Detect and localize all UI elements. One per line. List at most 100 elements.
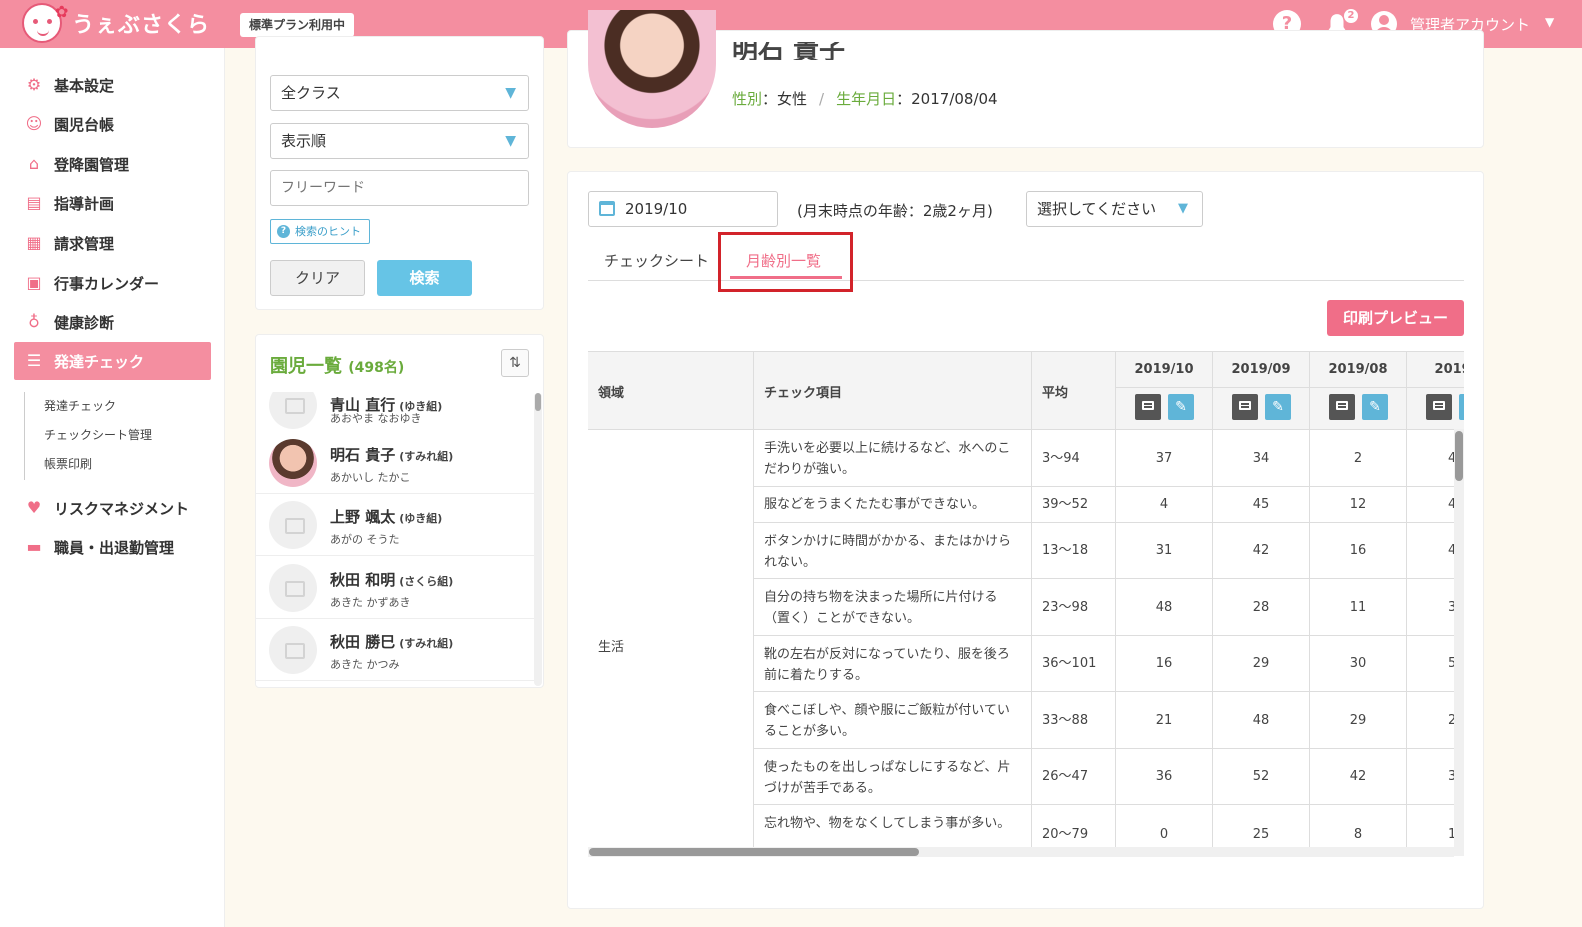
subnav-item-checksheet[interactable]: チェックシート管理 <box>44 426 152 443</box>
header-label: 領域 <box>598 386 625 401</box>
comment-icon[interactable] <box>1135 394 1161 420</box>
value-text: 16 <box>1349 543 1367 558</box>
header-month-label: 2019/09 <box>1231 362 1291 377</box>
sort-toggle-button[interactable]: ⇅ <box>501 349 529 377</box>
check-item-text: ボタンかけに時間がかかる、またはかけられない。 <box>764 534 1012 570</box>
child-name-text: 上野 颯太 <box>330 508 396 526</box>
value-cell: 48 <box>1116 579 1213 636</box>
class-select-value: 全クラス <box>281 84 341 102</box>
order-select-value: 表示順 <box>281 132 327 150</box>
subnav-item-print[interactable]: 帳票印刷 <box>44 455 92 472</box>
child-list-item[interactable]: 明石 貴子 (すみれ組) あかいし たかこ <box>256 432 534 494</box>
search-button[interactable]: 検索 <box>377 260 472 296</box>
child-class: (さくら組) <box>399 575 454 588</box>
sidebar-item-0[interactable]: ⚙ 基本設定 <box>14 66 211 104</box>
question-icon: ? <box>277 225 290 238</box>
sidebar-item-4[interactable]: ▦ 請求管理 <box>14 224 211 262</box>
value-cell: 42 <box>1213 523 1310 579</box>
child-list-scroll-thumb[interactable] <box>535 393 541 411</box>
notification-badge: 2 <box>1344 9 1358 23</box>
value-text: 29 <box>1252 656 1270 671</box>
pencil-icon[interactable]: ✎ <box>1168 394 1194 420</box>
tab-checksheet[interactable]: チェックシート <box>604 250 709 271</box>
comment-icon[interactable] <box>1232 394 1258 420</box>
month-date-picker[interactable]: 2019/10 <box>588 191 778 227</box>
check-item-cell: 使ったものを出しっぱなしにするなど、片づけが苦手である。 <box>754 749 1032 805</box>
value-cell: 45 <box>1213 487 1310 523</box>
header-month: 2019/08 ✎ <box>1310 352 1407 430</box>
search-hint-link[interactable]: ? 検索のヒント <box>270 219 370 244</box>
order-select[interactable]: 表示順 ▼ <box>270 123 529 159</box>
value-text: 28 <box>1252 600 1270 615</box>
search-hint-label: 検索のヒント <box>295 225 361 238</box>
sidebar-item-8[interactable]: ♥ リスクマネジメント <box>14 489 211 527</box>
sidebar-item-9[interactable]: ▬ 職員・出退勤管理 <box>14 528 211 566</box>
subnav-item-check[interactable]: 発達チェック <box>44 397 116 414</box>
value-cell: 29 <box>1213 636 1310 692</box>
meta-separator: / <box>819 90 825 108</box>
header-month: 2019/ ✎ <box>1407 352 1464 430</box>
table-horizontal-scroll-thumb[interactable] <box>589 848 919 856</box>
pencil-icon[interactable]: ✎ <box>1265 394 1291 420</box>
sidebar-item-6[interactable]: ♁ 健康診断 <box>14 303 211 341</box>
child-list-item[interactable]: 秋田 勝巳 (すみれ組) あきた かつみ <box>256 619 534 681</box>
sidebar-item-label: 登降園管理 <box>54 155 130 174</box>
print-preview-button[interactable]: 印刷プレビュー <box>1327 300 1464 336</box>
header-avg: 平均 <box>1032 352 1116 430</box>
average-cell: 13〜18 <box>1032 523 1116 579</box>
pencil-icon[interactable]: ✎ <box>1362 394 1388 420</box>
value-text: 30 <box>1349 656 1367 671</box>
notebook-icon: ▤ <box>26 193 42 212</box>
table-vertical-scrollbar[interactable] <box>1454 429 1464 856</box>
value-cell: 11 <box>1310 579 1407 636</box>
child-avatar <box>269 501 317 549</box>
sidebar-item-3[interactable]: ▤ 指導計画 <box>14 184 211 222</box>
check-item-cell: 服などをうまくたたむ事ができない。 <box>754 487 1032 523</box>
month-select[interactable]: 選択してください ▼ <box>1026 191 1203 227</box>
chevron-down-icon: ▼ <box>505 133 516 149</box>
header-divider <box>1310 387 1406 388</box>
sidebar-item-1[interactable]: ☺ 園児台帳 <box>14 105 211 143</box>
profile-meta: 性別：女性 / 生年月日：2017/08/04 <box>732 90 998 108</box>
average-value: 23〜98 <box>1042 600 1089 615</box>
header-label: チェック項目 <box>764 386 843 401</box>
comment-icon[interactable] <box>1329 394 1355 420</box>
sidebar-item-2[interactable]: ⌂ 登降園管理 <box>14 145 211 183</box>
sidebar-item-label: 行事カレンダー <box>54 274 160 293</box>
gender-value: 女性 <box>777 90 808 108</box>
app-logo[interactable]: ✿ うぇぶさくら <box>22 2 210 43</box>
child-list-scrollbar[interactable] <box>534 393 542 686</box>
chevron-down-icon[interactable]: ▼ <box>1545 15 1554 29</box>
pencil-icon[interactable]: ✎ <box>1459 394 1464 420</box>
clear-button[interactable]: クリア <box>270 260 365 296</box>
value-text: 12 <box>1349 497 1367 512</box>
sidebar-item-label: 指導計画 <box>54 194 115 213</box>
average-cell: 3〜94 <box>1032 430 1116 487</box>
comment-icon[interactable] <box>1426 394 1452 420</box>
sidebar-item-label: 請求管理 <box>54 234 115 253</box>
value-cell: 30 <box>1310 636 1407 692</box>
calculator-icon: ▦ <box>26 233 42 252</box>
highlight-annotation-box <box>718 232 853 292</box>
child-kana: あきた かずあき <box>330 596 411 609</box>
sidebar-item-label: 基本設定 <box>54 76 115 95</box>
header-month-label: 2019/10 <box>1134 362 1194 377</box>
sidebar-item-7[interactable]: ☰ 発達チェック <box>14 342 211 380</box>
value-cell: 28 <box>1213 579 1310 636</box>
child-name-text: 秋田 和明 <box>330 571 396 589</box>
child-list-item[interactable]: 上野 颯太 (ゆき組) あがの そうた <box>256 494 534 556</box>
chevron-down-icon: ▼ <box>505 85 516 101</box>
keyword-input[interactable] <box>270 170 529 206</box>
table-vertical-scroll-thumb[interactable] <box>1455 431 1463 481</box>
child-list-title: 園児一覧 (498名) <box>270 352 404 378</box>
sidebar-item-5[interactable]: ▣ 行事カレンダー <box>14 264 211 302</box>
average-cell: 26〜47 <box>1032 749 1116 805</box>
value-text: 48 <box>1155 600 1173 615</box>
child-list-item[interactable]: 秋田 和明 (さくら組) あきた かずあき <box>256 557 534 619</box>
gender-label: 性別 <box>732 90 763 108</box>
value-text: 8 <box>1353 827 1363 842</box>
child-class: (すみれ組) <box>399 637 454 650</box>
briefcase-icon: ▬ <box>26 537 42 556</box>
value-text: 11 <box>1349 600 1367 615</box>
class-select[interactable]: 全クラス ▼ <box>270 75 529 111</box>
